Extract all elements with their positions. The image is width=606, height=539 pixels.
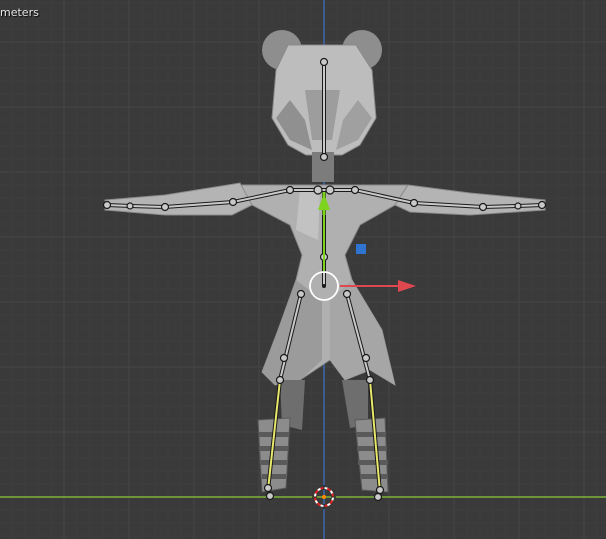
gizmo-x-arrow[interactable] [398, 280, 416, 292]
right-boot-mesh [354, 417, 389, 493]
gizmo-z-plane[interactable] [356, 244, 366, 254]
right-arm-mesh [394, 184, 546, 216]
3d-viewport[interactable]: meters [0, 0, 606, 539]
left-arm-mesh [104, 182, 253, 216]
unit-label: meters [0, 6, 39, 19]
coat-shade [330, 280, 395, 385]
viewport-canvas[interactable] [0, 0, 606, 539]
3d-cursor-icon[interactable] [312, 485, 336, 509]
gizmo-center-dot [322, 284, 326, 288]
